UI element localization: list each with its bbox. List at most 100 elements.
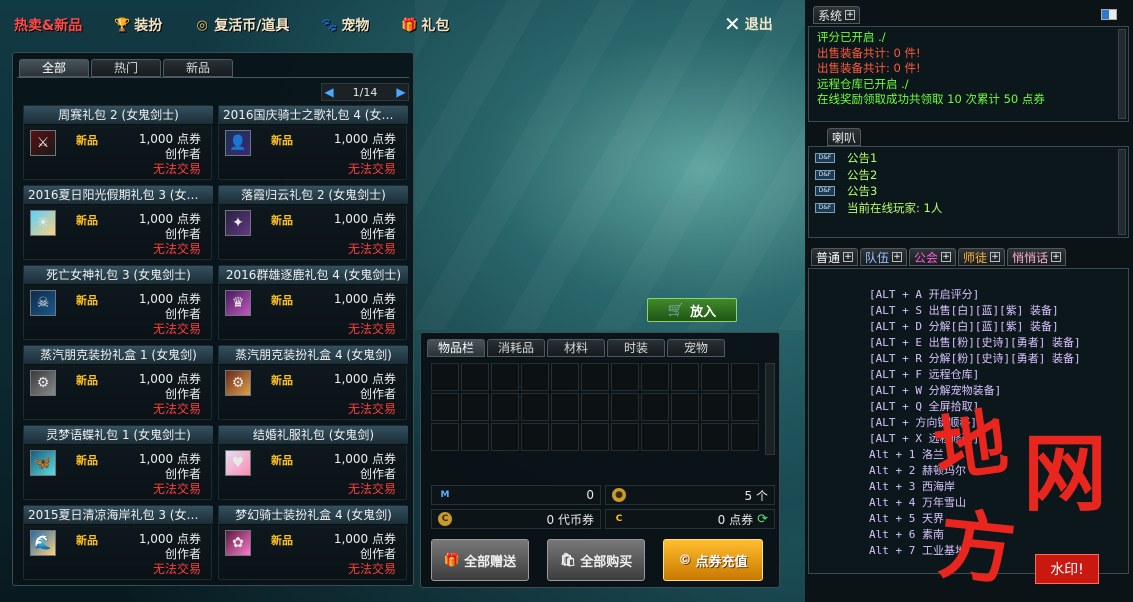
shop-item[interactable]: 梦幻骑士装扮礼盒 4 (女鬼剑) ✿ 新品 1,000 点券 创作者 无法交易 bbox=[218, 505, 408, 580]
buy-all-button[interactable]: 🛍 全部购买 bbox=[547, 539, 645, 581]
inventory-slot[interactable] bbox=[551, 363, 579, 391]
tab-system[interactable]: 系统 + bbox=[813, 6, 861, 24]
exit-label: 退出 bbox=[744, 17, 773, 33]
shop-item[interactable]: 蒸汽朋克装扮礼盒 4 (女鬼剑) ⚙ 新品 1,000 点券 创作者 无法交易 bbox=[218, 345, 408, 420]
item-name: 梦幻骑士装扮礼盒 4 (女鬼剑) bbox=[219, 506, 408, 525]
inventory-slot[interactable] bbox=[701, 423, 729, 451]
tab-new[interactable]: 新品 bbox=[163, 59, 233, 77]
plus-icon[interactable]: + bbox=[990, 252, 1001, 262]
recharge-button[interactable]: © 点券充值 bbox=[663, 539, 763, 581]
inventory-slot[interactable] bbox=[701, 363, 729, 391]
inventory-slot[interactable] bbox=[491, 393, 519, 421]
item-name: 结婚礼服礼包 (女鬼剑) bbox=[219, 426, 408, 445]
shop-item[interactable]: 周赛礼包 2 (女鬼剑士) ⚔ 新品 1,000 点券 创作者 无法交易 bbox=[23, 105, 213, 180]
inventory-slot[interactable] bbox=[551, 393, 579, 421]
shop-item[interactable]: 2015夏日清凉海岸礼包 3 (女鬼... 🌊 新品 1,000 点券 创作者 … bbox=[23, 505, 213, 580]
tab-whisper[interactable]: 悄悄话 + bbox=[1007, 248, 1067, 266]
inventory-slot[interactable] bbox=[581, 363, 609, 391]
menu-pet[interactable]: 🐾 宠物 bbox=[321, 15, 369, 35]
inventory-slot[interactable] bbox=[611, 423, 639, 451]
shop-item[interactable]: 死亡女神礼包 3 (女鬼剑士) ☠ 新品 1,000 点券 创作者 无法交易 bbox=[23, 265, 213, 340]
put-in-button[interactable]: 🛒 放入 bbox=[647, 298, 737, 322]
shop-item[interactable]: 灵梦语蝶礼包 1 (女鬼剑士) 🦋 新品 1,000 点券 创作者 无法交易 bbox=[23, 425, 213, 500]
tab-horn[interactable]: 喇叭 bbox=[827, 128, 862, 146]
inventory-slot[interactable] bbox=[491, 363, 519, 391]
plus-icon[interactable]: + bbox=[1051, 252, 1062, 262]
item-name: 2016群雄逐鹿礼包 4 (女鬼剑士) bbox=[219, 266, 408, 285]
inventory-slot[interactable] bbox=[461, 393, 489, 421]
inventory-slot[interactable] bbox=[671, 363, 699, 391]
plus-icon[interactable]: + bbox=[845, 10, 856, 20]
inventory-slot[interactable] bbox=[431, 363, 459, 391]
inventory-slot[interactable] bbox=[641, 423, 669, 451]
chat-tab-label: 师徒 bbox=[963, 250, 988, 265]
inventory-slot[interactable] bbox=[731, 393, 759, 421]
horn-scrollbar[interactable] bbox=[1118, 149, 1126, 235]
inventory-slot[interactable] bbox=[521, 423, 549, 451]
tab-party[interactable]: 队伍 + bbox=[860, 248, 908, 266]
shop-item[interactable]: 2016群雄逐鹿礼包 4 (女鬼剑士) ♛ 新品 1,000 点券 创作者 无法… bbox=[218, 265, 408, 340]
plus-icon[interactable]: + bbox=[892, 252, 903, 262]
tab-items[interactable]: 物品栏 bbox=[427, 339, 485, 357]
shop-item[interactable]: 结婚礼服礼包 (女鬼剑) ♥ 新品 1,000 点券 创作者 无法交易 bbox=[218, 425, 408, 500]
inventory-slot[interactable] bbox=[491, 423, 519, 451]
tab-pets[interactable]: 宠物 bbox=[667, 339, 725, 357]
tab-materials[interactable]: 材料 bbox=[547, 339, 605, 357]
point-icon: C bbox=[615, 514, 623, 524]
menu-costume[interactable]: 🏆 装扮 bbox=[114, 15, 162, 35]
inventory-slot[interactable] bbox=[461, 423, 489, 451]
shop-item[interactable]: 落霞归云礼包 2 (女鬼剑士) ✦ 新品 1,000 点券 创作者 无法交易 bbox=[218, 185, 408, 260]
inventory-slot[interactable] bbox=[611, 393, 639, 421]
tab-mentor[interactable]: 师徒 + bbox=[958, 248, 1006, 266]
chat-column: 系统 + 评分已开启 ./ 出售装备共计: 0 件! 出售装备共计: 0 件! … bbox=[805, 0, 1133, 602]
tab-all[interactable]: 全部 bbox=[19, 59, 89, 77]
window-toggle-icon[interactable] bbox=[1101, 9, 1117, 20]
shop-item[interactable]: 2016国庆骑士之歌礼包 4 (女鬼... 👤 新品 1,000 点券 创作者 … bbox=[218, 105, 408, 180]
gift-all-button[interactable]: 🎁 全部赠送 bbox=[431, 539, 529, 581]
inventory-slot[interactable] bbox=[521, 363, 549, 391]
tab-hot[interactable]: 热门 bbox=[91, 59, 161, 77]
inventory-slot[interactable] bbox=[461, 363, 489, 391]
shop-item[interactable]: 蒸汽朋克装扮礼盒 1 (女鬼剑) ⚙ 新品 1,000 点券 创作者 无法交易 bbox=[23, 345, 213, 420]
menu-gift[interactable]: 🎁 礼包 bbox=[401, 15, 449, 35]
menu-revive-items[interactable]: ◎ 复活币/道具 bbox=[194, 15, 290, 35]
inventory-slot[interactable] bbox=[581, 423, 609, 451]
inventory-scrollbar[interactable] bbox=[765, 363, 775, 455]
exit-button[interactable]: ✕ 退出 bbox=[724, 14, 773, 34]
tab-consumables[interactable]: 消耗品 bbox=[487, 339, 545, 357]
item-icon: ⚔ bbox=[30, 130, 56, 156]
point-currency: C 0 点券 ⟳ bbox=[605, 509, 775, 529]
menu-hot-new[interactable]: 热卖&新品 bbox=[14, 15, 82, 35]
system-scrollbar[interactable] bbox=[1118, 29, 1126, 119]
item-trade-status: 无法交易 bbox=[152, 322, 201, 336]
inventory-slot[interactable] bbox=[521, 393, 549, 421]
inventory-slot[interactable] bbox=[671, 393, 699, 421]
m-icon: M bbox=[440, 490, 450, 500]
inventory-slot[interactable] bbox=[551, 423, 579, 451]
inventory-slot[interactable] bbox=[671, 423, 699, 451]
inventory-slot[interactable] bbox=[641, 363, 669, 391]
inventory-slot[interactable] bbox=[731, 423, 759, 451]
coin-icon: ● bbox=[612, 488, 626, 502]
inventory-slot[interactable] bbox=[701, 393, 729, 421]
new-badge: 新品 bbox=[76, 214, 98, 227]
tab-fashion[interactable]: 时装 bbox=[607, 339, 665, 357]
tab-normal[interactable]: 普通 + bbox=[811, 248, 859, 266]
horn-line: D&F 公告1 bbox=[815, 150, 1122, 167]
chat-line: Alt + 6 素南 bbox=[869, 528, 944, 541]
inventory-slot[interactable] bbox=[611, 363, 639, 391]
inventory-slot[interactable] bbox=[581, 393, 609, 421]
plus-icon[interactable]: + bbox=[941, 252, 952, 262]
inventory-slot[interactable] bbox=[641, 393, 669, 421]
inventory-slot[interactable] bbox=[731, 363, 759, 391]
tab-guild[interactable]: 公会 + bbox=[909, 248, 957, 266]
plus-icon[interactable]: + bbox=[843, 252, 854, 262]
inventory-slot[interactable] bbox=[431, 423, 459, 451]
refresh-icon[interactable]: ⟳ bbox=[757, 512, 768, 527]
prev-page-icon[interactable]: ◀ bbox=[322, 85, 336, 99]
count-value: 5 个 bbox=[744, 488, 768, 503]
inventory-slot[interactable] bbox=[431, 393, 459, 421]
count-currency: ● 5 个 bbox=[605, 485, 775, 505]
shop-item[interactable]: 2016夏日阳光假期礼包 3 (女鬼... ☀ 新品 1,000 点券 创作者 … bbox=[23, 185, 213, 260]
next-page-icon[interactable]: ▶ bbox=[394, 85, 408, 99]
